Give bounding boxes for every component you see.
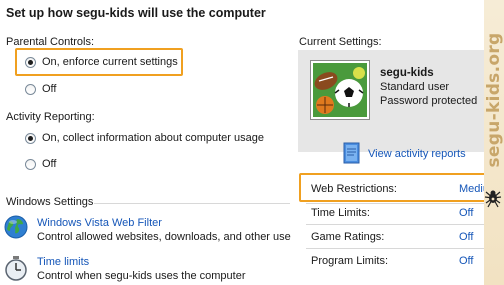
parental-on-option[interactable]: On, enforce current settings [25,56,178,68]
program-limits-row-label: Program Limits: [311,255,389,267]
time-limits-row-label: Time Limits: [311,207,370,219]
game-ratings-row-label: Game Ratings: [311,231,385,243]
activity-off-option[interactable]: Off [25,158,56,170]
activity-report-icon[interactable] [343,142,361,164]
page-title: Set up how segu-kids will use the comput… [6,6,266,20]
watermark-logo: segu-kids.org [484,32,504,168]
view-activity-reports-link[interactable]: View activity reports [368,148,466,160]
sports-balls-avatar [310,60,370,120]
user-account-type: Standard user [380,81,450,93]
program-limits-row-value[interactable]: Off [459,255,473,267]
parental-on-label: On, enforce current settings [42,56,178,68]
row-divider [306,224,486,225]
activity-off-label: Off [42,158,57,170]
spider-icon [483,188,503,208]
user-password-status: Password protected [380,95,478,107]
user-name: segu-kids [380,67,434,79]
row-divider [306,203,486,204]
row-divider [306,248,486,249]
parental-off-label: Off [42,83,57,95]
current-settings-label: Current Settings: [299,36,382,48]
activity-reporting-label: Activity Reporting: [6,111,95,123]
game-ratings-row-value[interactable]: Off [459,231,473,243]
time-limits-row-value[interactable]: Off [459,207,473,219]
web-filter-link[interactable]: Windows Vista Web Filter [37,217,162,229]
web-restrictions-label: Web Restrictions: [311,183,397,195]
globe-icon[interactable] [4,215,28,239]
time-limits-description: Control when segu-kids uses the computer [37,270,246,282]
windows-settings-label: Windows Settings [6,196,94,208]
web-filter-description: Control allowed websites, downloads, and… [37,231,291,243]
parental-off-option[interactable]: Off [25,83,56,95]
clock-icon[interactable] [4,255,28,281]
parental-off-radio[interactable] [25,83,36,95]
parental-controls-label: Parental Controls: [6,36,95,48]
activity-off-radio[interactable] [25,158,36,170]
activity-on-radio[interactable] [25,132,36,144]
windows-settings-divider [94,203,290,204]
activity-on-option[interactable]: On, collect information about computer u… [25,132,264,144]
parental-on-radio[interactable] [25,56,36,68]
time-limits-link[interactable]: Time limits [37,256,89,268]
activity-on-label: On, collect information about computer u… [42,132,264,144]
